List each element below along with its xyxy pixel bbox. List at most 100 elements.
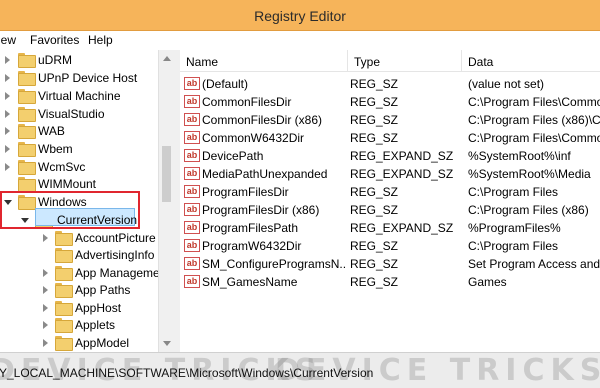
string-value-icon: ab <box>184 149 200 162</box>
value-row[interactable]: ab ProgramFilesDir (x86) REG_SZ C:\Progr… <box>180 201 600 219</box>
tree-item-app-paths[interactable]: App Paths <box>0 281 158 299</box>
list-header: Name Type Data <box>180 50 600 72</box>
value-type: REG_SZ <box>350 77 399 91</box>
value-row[interactable]: ab CommonFilesDir (x86) REG_SZ C:\Progra… <box>180 111 600 129</box>
tree-item-apphost[interactable]: AppHost <box>0 299 158 317</box>
value-name: SM_GamesName <box>202 275 298 289</box>
string-value-icon: ab <box>184 95 200 108</box>
expand-arrow-icon[interactable] <box>43 321 48 329</box>
tree-item-app-management[interactable]: App Manageme <box>0 264 158 282</box>
expand-arrow-icon[interactable] <box>5 92 10 100</box>
value-type: REG_SZ <box>350 257 399 271</box>
string-value-icon: ab <box>184 275 200 288</box>
folder-icon <box>55 266 73 281</box>
expand-arrow-icon[interactable] <box>5 145 10 153</box>
folder-icon <box>18 160 36 175</box>
menu-favorites[interactable]: Favorites <box>30 33 79 47</box>
value-row[interactable]: ab DevicePath REG_EXPAND_SZ %SystemRoot%… <box>180 147 600 165</box>
tree-item-advertisinginfo[interactable]: AdvertisingInfo <box>0 246 158 264</box>
folder-icon <box>18 142 36 157</box>
value-data: %SystemRoot%\Media <box>468 167 591 181</box>
scroll-down-icon[interactable] <box>163 341 171 346</box>
string-value-icon: ab <box>184 167 200 180</box>
column-header-name[interactable]: Name <box>180 50 348 72</box>
value-row[interactable]: ab ProgramW6432Dir REG_SZ C:\Program Fil… <box>180 237 600 255</box>
expand-arrow-icon[interactable] <box>5 127 10 135</box>
string-value-icon: ab <box>184 203 200 216</box>
folder-icon <box>55 231 73 246</box>
expand-arrow-icon[interactable] <box>43 339 48 347</box>
tree-item-label: WcmSvc <box>38 160 86 174</box>
value-name: CommonFilesDir (x86) <box>202 113 323 127</box>
expand-arrow-icon[interactable] <box>43 286 48 294</box>
title-bar: Registry Editor <box>0 0 600 31</box>
column-header-type[interactable]: Type <box>348 50 462 72</box>
scrollbar-thumb[interactable] <box>162 146 171 202</box>
expand-arrow-icon[interactable] <box>5 110 10 118</box>
expand-arrow-icon[interactable] <box>5 74 10 82</box>
scroll-up-icon[interactable] <box>163 56 171 61</box>
value-type: REG_SZ <box>350 275 399 289</box>
value-row[interactable]: ab (Default) REG_SZ (value not set) <box>180 75 600 93</box>
value-row[interactable]: ab ProgramFilesDir REG_SZ C:\Program Fil… <box>180 183 600 201</box>
folder-icon <box>18 53 36 68</box>
value-type: REG_SZ <box>350 113 399 127</box>
expand-arrow-icon[interactable] <box>5 163 10 171</box>
expand-arrow-icon[interactable] <box>43 269 48 277</box>
value-type: REG_SZ <box>350 185 399 199</box>
tree-item-label: Virtual Machine <box>38 89 121 103</box>
value-data: C:\Program Files\Common <box>468 95 600 109</box>
tree-item-label: AppModel <box>75 336 130 350</box>
expand-arrow-icon[interactable] <box>43 234 48 242</box>
current-key-path: Y_LOCAL_MACHINE\SOFTWARE\Microsoft\Windo… <box>0 366 374 380</box>
value-data: C:\Program Files (x86) <box>468 203 589 217</box>
tree-item-label: CurrentVersion <box>57 213 138 227</box>
value-data: C:\Program Files (x86)\Co <box>468 113 600 127</box>
folder-icon <box>55 301 73 316</box>
tree-item-label: App Paths <box>75 283 131 297</box>
value-name: DevicePath <box>202 149 264 163</box>
value-name: ProgramFilesDir (x86) <box>202 203 320 217</box>
string-value-icon: ab <box>184 131 200 144</box>
tree-item-udrm[interactable]: uDRM <box>0 51 158 69</box>
value-type: REG_SZ <box>350 131 399 145</box>
value-data: %SystemRoot%\inf <box>468 149 571 163</box>
value-type: REG_EXPAND_SZ <box>350 167 454 181</box>
tree-item-wab[interactable]: WAB <box>0 122 158 140</box>
registry-values-list[interactable]: Name Type Data ab (Default) REG_SZ (valu… <box>180 50 600 352</box>
tree-item-label: App Manageme <box>75 266 158 280</box>
tree-item-label: WAB <box>38 124 65 138</box>
value-row[interactable]: ab SM_ConfigureProgramsN... REG_SZ Set P… <box>180 255 600 273</box>
value-name: ProgramW6432Dir <box>202 239 302 253</box>
value-row[interactable]: ab SM_GamesName REG_SZ Games <box>180 273 600 291</box>
tree-item-upnp-device-host[interactable]: UPnP Device Host <box>0 69 158 87</box>
tree-item-appmodel[interactable]: AppModel <box>0 334 158 352</box>
value-type: REG_SZ <box>350 203 399 217</box>
tree-item-label: VisualStudio <box>38 107 105 121</box>
tree-item-wbem[interactable]: Wbem <box>0 140 158 158</box>
value-name: SM_ConfigureProgramsN... <box>202 257 346 271</box>
value-row[interactable]: ab CommonFilesDir REG_SZ C:\Program File… <box>180 93 600 111</box>
string-value-icon: ab <box>184 77 200 90</box>
tree-item-accountpicture[interactable]: AccountPicture <box>0 229 158 247</box>
folder-icon <box>55 283 73 298</box>
value-name: CommonW6432Dir <box>202 131 305 145</box>
tree-scrollbar[interactable] <box>158 50 175 352</box>
tree-item-label: UPnP Device Host <box>38 71 138 85</box>
value-row[interactable]: ab MediaPathUnexpanded REG_EXPAND_SZ %Sy… <box>180 165 600 183</box>
tree-item-wcmsvc[interactable]: WcmSvc <box>0 158 158 176</box>
expand-arrow-icon[interactable] <box>5 56 10 64</box>
folder-icon <box>55 318 73 333</box>
value-row[interactable]: ab CommonW6432Dir REG_SZ C:\Program File… <box>180 129 600 147</box>
column-header-data[interactable]: Data <box>462 50 600 72</box>
value-row[interactable]: ab ProgramFilesPath REG_EXPAND_SZ %Progr… <box>180 219 600 237</box>
tree-item-label: uDRM <box>38 53 73 67</box>
tree-item-visualstudio[interactable]: VisualStudio <box>0 105 158 123</box>
tree-item-applets[interactable]: Applets <box>0 316 158 334</box>
expand-arrow-icon[interactable] <box>43 304 48 312</box>
menu-view[interactable]: iew <box>0 33 16 47</box>
menu-help[interactable]: Help <box>88 33 113 47</box>
tree-item-virtual-machine[interactable]: Virtual Machine <box>0 87 158 105</box>
folder-icon <box>18 177 36 192</box>
string-value-icon: ab <box>184 257 200 270</box>
